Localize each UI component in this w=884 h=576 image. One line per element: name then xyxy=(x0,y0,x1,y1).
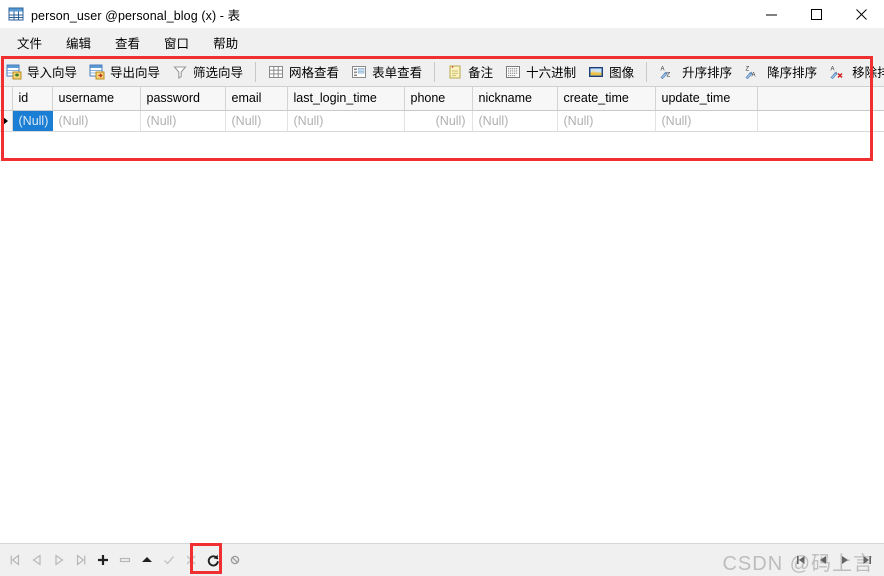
remove-sort-label: 移除排序 xyxy=(852,66,884,80)
column-header-filler xyxy=(757,87,884,111)
form-view-button[interactable]: 表单查看 xyxy=(345,60,428,84)
cell-phone[interactable]: (Null) xyxy=(404,110,473,132)
menu-view[interactable]: 查看 xyxy=(104,30,151,55)
column-header-password[interactable]: password xyxy=(140,87,226,111)
row-indicator[interactable] xyxy=(0,110,13,132)
import-wizard-button[interactable]: 导入向导 xyxy=(0,60,83,84)
refresh-button[interactable] xyxy=(202,549,224,571)
sort-remove-icon: A xyxy=(829,64,847,80)
grid-view-button[interactable]: 网格查看 xyxy=(262,60,345,84)
last-record-button[interactable] xyxy=(70,549,92,571)
cell-update-time[interactable]: (Null) xyxy=(655,110,758,132)
status-strip xyxy=(0,570,884,576)
column-header-id[interactable]: id xyxy=(12,87,53,111)
memo-button[interactable]: 备注 xyxy=(441,60,499,84)
previous-record-button[interactable] xyxy=(26,549,48,571)
filter-funnel-icon xyxy=(172,64,188,80)
title-bar: person_user @personal_blog (x) - 表 xyxy=(0,0,884,28)
window-title: person_user @personal_blog (x) - 表 xyxy=(31,8,241,23)
image-button[interactable]: 图像 xyxy=(582,60,640,84)
import-wizard-label: 导入向导 xyxy=(27,66,78,80)
sort-ascending-button[interactable]: A Z 升序排序 xyxy=(653,60,738,84)
sort-az-icon: A Z xyxy=(659,64,677,80)
cell-nickname[interactable]: (Null) xyxy=(472,110,558,132)
hex-button[interactable]: 十六进制 xyxy=(499,60,582,84)
grid-icon xyxy=(268,64,284,80)
toolbar-separator-1 xyxy=(255,61,257,82)
maximize-button[interactable] xyxy=(794,0,839,28)
menu-bar: 文件 编辑 查看 窗口 帮助 xyxy=(0,28,884,57)
export-wizard-button[interactable]: 导出向导 xyxy=(83,60,166,84)
column-header-username[interactable]: username xyxy=(52,87,141,111)
table-header-row: id username password email last_login_ti… xyxy=(0,87,884,111)
remove-sort-button[interactable]: A 移除排序 xyxy=(823,60,884,84)
records-table: id username password email last_login_ti… xyxy=(0,87,884,132)
toolbar-separator-2 xyxy=(434,61,436,82)
close-button[interactable] xyxy=(839,0,884,28)
hex-label: 十六进制 xyxy=(526,66,577,80)
filter-wizard-label: 筛选向导 xyxy=(193,66,244,80)
row-header-corner xyxy=(0,87,13,111)
column-header-phone[interactable]: phone xyxy=(404,87,473,111)
cell-email[interactable]: (Null) xyxy=(225,110,288,132)
cell-username[interactable]: (Null) xyxy=(52,110,141,132)
nav-last-button[interactable] xyxy=(856,549,878,571)
column-header-email[interactable]: email xyxy=(225,87,288,111)
menu-window[interactable]: 窗口 xyxy=(153,30,200,55)
main-toolbar: 导入向导 导出向导 筛选向导 网格查看 表单查看 备注 十六进制 图像 A Z … xyxy=(0,57,884,87)
sort-descending-button[interactable]: Z A 降序排序 xyxy=(738,60,823,84)
export-wizard-label: 导出向导 xyxy=(110,66,161,80)
svg-text:Z: Z xyxy=(746,66,750,72)
nav-next-button[interactable] xyxy=(834,549,856,571)
table-row[interactable]: (Null) (Null) (Null) (Null) (Null) (Null… xyxy=(0,110,884,132)
hex-grid-icon xyxy=(505,64,521,80)
sort-za-icon: Z A xyxy=(744,64,762,80)
cell-last-login-time[interactable]: (Null) xyxy=(287,110,405,132)
sort-descending-label: 降序排序 xyxy=(767,66,818,80)
grid-view-label: 网格查看 xyxy=(289,66,340,80)
current-row-arrow-icon xyxy=(3,116,8,125)
column-header-nickname[interactable]: nickname xyxy=(472,87,558,111)
cell-id[interactable]: (Null) xyxy=(12,110,53,132)
sort-ascending-label: 升序排序 xyxy=(682,66,733,80)
cancel-button[interactable] xyxy=(180,549,202,571)
svg-text:A: A xyxy=(661,66,665,72)
column-header-update-time[interactable]: update_time xyxy=(655,87,758,111)
next-record-button[interactable] xyxy=(48,549,70,571)
export-wizard-icon xyxy=(89,64,105,80)
window-controls xyxy=(749,0,884,28)
menu-file[interactable]: 文件 xyxy=(6,30,53,55)
column-header-last-login-time[interactable]: last_login_time xyxy=(287,87,405,111)
nav-previous-button[interactable] xyxy=(812,549,834,571)
confirm-button[interactable] xyxy=(158,549,180,571)
cell-password[interactable]: (Null) xyxy=(140,110,226,132)
import-wizard-icon xyxy=(6,64,22,80)
toolbar-separator-3 xyxy=(646,61,648,82)
nacicat-table-window: person_user @personal_blog (x) - 表 文件 编辑… xyxy=(0,0,884,576)
nav-first-button[interactable] xyxy=(790,549,812,571)
menu-edit[interactable]: 编辑 xyxy=(55,30,102,55)
cell-create-time[interactable]: (Null) xyxy=(557,110,656,132)
record-nav-left-group xyxy=(4,548,246,572)
apply-change-button[interactable] xyxy=(136,549,158,571)
stop-button[interactable] xyxy=(224,549,246,571)
form-view-label: 表单查看 xyxy=(372,66,423,80)
table-window-icon xyxy=(8,6,24,22)
form-icon xyxy=(351,64,367,80)
data-grid[interactable]: id username password email last_login_ti… xyxy=(0,87,884,543)
first-record-button[interactable] xyxy=(4,549,26,571)
image-icon xyxy=(588,64,604,80)
menu-help[interactable]: 帮助 xyxy=(202,30,249,55)
filter-wizard-button[interactable]: 筛选向导 xyxy=(166,60,249,84)
column-header-create-time[interactable]: create_time xyxy=(557,87,656,111)
add-record-button[interactable] xyxy=(92,549,114,571)
svg-text:A: A xyxy=(831,66,835,72)
cell-filler xyxy=(757,110,884,132)
record-nav-right-group xyxy=(790,548,878,572)
image-label: 图像 xyxy=(609,66,635,80)
memo-label: 备注 xyxy=(468,66,494,80)
minimize-button[interactable] xyxy=(749,0,794,28)
note-icon xyxy=(447,64,463,80)
delete-record-button[interactable] xyxy=(114,549,136,571)
